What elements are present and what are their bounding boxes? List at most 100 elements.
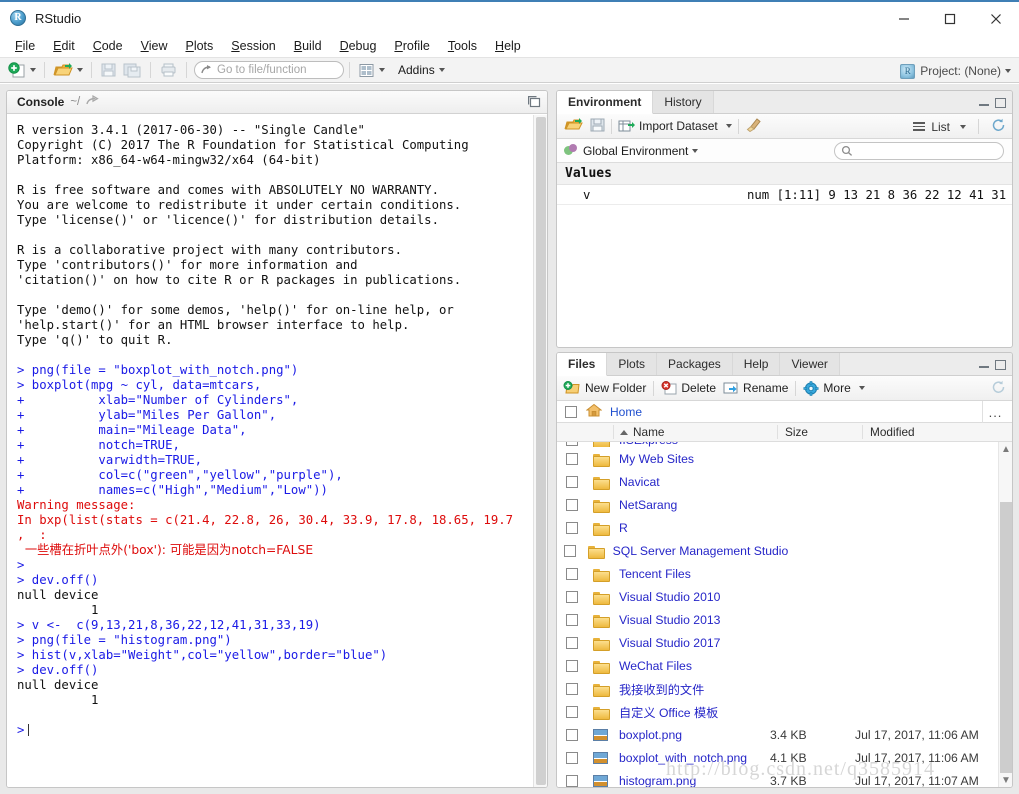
files-list[interactable]: IISExpress My Web Sites Navicat NetSarang RS…	[557, 442, 998, 787]
addins-button[interactable]: Addins	[395, 59, 448, 81]
save-workspace-icon[interactable]	[590, 118, 605, 135]
environment-scope-selector[interactable]: Global Environment	[557, 139, 1012, 163]
file-name-link[interactable]: Visual Studio 2013	[613, 613, 763, 627]
view-mode-label[interactable]: List	[931, 120, 950, 134]
minimize-pane-icon[interactable]	[979, 360, 989, 369]
goto-file-function-box[interactable]: Go to file/function	[194, 61, 344, 79]
clear-objects-broom-icon[interactable]	[745, 117, 762, 135]
file-row[interactable]: Visual Studio 2010	[557, 585, 998, 608]
more-button[interactable]: More	[803, 380, 865, 396]
file-row-checkbox[interactable]	[557, 590, 587, 603]
chevron-down-icon[interactable]	[692, 148, 699, 153]
maximize-button[interactable]	[927, 2, 973, 36]
file-name-link[interactable]: Visual Studio 2017	[613, 636, 763, 650]
save-button[interactable]	[97, 59, 120, 81]
list-view-icon[interactable]	[913, 122, 926, 131]
chevron-down-icon[interactable]	[725, 124, 732, 128]
file-row[interactable]: Navicat	[557, 470, 998, 493]
file-row-checkbox[interactable]	[557, 659, 587, 672]
file-name-link[interactable]: IISExpress	[613, 442, 763, 447]
console-tab[interactable]: Console	[7, 95, 64, 109]
chevron-down-icon[interactable]	[858, 386, 865, 390]
file-row-checkbox[interactable]	[557, 442, 587, 446]
file-row-checkbox[interactable]	[557, 498, 587, 511]
console-scrollbar[interactable]	[533, 115, 547, 787]
console-output[interactable]: R version 3.4.1 (2017-06-30) -- "Single …	[7, 115, 547, 787]
save-all-button[interactable]	[120, 59, 145, 81]
new-file-button[interactable]	[5, 59, 39, 81]
file-row-checkbox[interactable]	[557, 751, 587, 764]
chevron-down-icon[interactable]	[438, 68, 445, 72]
refresh-icon[interactable]	[991, 118, 1006, 135]
file-row[interactable]: Visual Studio 2017	[557, 631, 998, 654]
maximize-pane-icon[interactable]	[527, 95, 541, 111]
file-row[interactable]: WeChat Files	[557, 654, 998, 677]
file-name-link[interactable]: boxplot_with_notch.png	[613, 751, 763, 765]
file-name-link[interactable]: 我接收到的文件	[613, 680, 763, 698]
print-button[interactable]	[156, 59, 181, 81]
file-name-link[interactable]: SQL Server Management Studio	[607, 544, 789, 558]
chevron-down-icon[interactable]	[1005, 69, 1011, 73]
file-row[interactable]: boxplot.png 3.4 KB Jul 17, 2017, 11:06 AM	[557, 723, 998, 746]
tab-environment[interactable]: Environment	[557, 91, 654, 114]
menu-code[interactable]: Code	[84, 37, 132, 55]
minimize-pane-icon[interactable]	[979, 98, 989, 107]
tab-viewer[interactable]: Viewer	[780, 353, 840, 375]
col-size[interactable]: Size	[777, 425, 862, 439]
file-row-checkbox[interactable]	[557, 636, 587, 649]
files-overflow-menu[interactable]: ...	[982, 401, 1008, 423]
menu-help[interactable]: Help	[486, 37, 530, 55]
file-row[interactable]: My Web Sites	[557, 447, 998, 470]
file-row-checkbox[interactable]	[557, 452, 587, 465]
file-row[interactable]: R	[557, 516, 998, 539]
file-name-link[interactable]: Tencent Files	[613, 567, 763, 581]
close-button[interactable]	[973, 2, 1019, 36]
import-dataset-button[interactable]: Import Dataset	[618, 119, 732, 133]
file-name-link[interactable]: NetSarang	[613, 498, 763, 512]
file-row[interactable]: boxplot_with_notch.png 4.1 KB Jul 17, 2017…	[557, 746, 998, 769]
file-row-checkbox[interactable]	[557, 613, 587, 626]
file-row-checkbox[interactable]	[557, 774, 587, 787]
menu-edit[interactable]: Edit	[44, 37, 84, 55]
file-row-checkbox[interactable]	[557, 728, 587, 741]
select-all-checkbox[interactable]	[565, 405, 577, 418]
file-row-checkbox[interactable]	[557, 705, 587, 718]
chevron-down-icon[interactable]	[379, 68, 385, 72]
file-row[interactable]: NetSarang	[557, 493, 998, 516]
chevron-down-icon[interactable]	[77, 68, 83, 72]
file-name-link[interactable]: Visual Studio 2010	[613, 590, 763, 604]
maximize-pane-icon[interactable]	[995, 359, 1006, 370]
col-modified[interactable]: Modified	[862, 425, 1012, 439]
environment-search-input[interactable]	[834, 142, 1004, 160]
menu-tools[interactable]: Tools	[439, 37, 486, 55]
menu-plots[interactable]: Plots	[176, 37, 222, 55]
project-selector[interactable]: Project: (None)	[900, 58, 1011, 84]
file-name-link[interactable]: WeChat Files	[613, 659, 763, 673]
tab-packages[interactable]: Packages	[657, 353, 733, 375]
file-name-link[interactable]: histogram.png	[613, 774, 763, 788]
menu-debug[interactable]: Debug	[331, 37, 386, 55]
tab-plots[interactable]: Plots	[607, 353, 658, 375]
file-row[interactable]: 自定义 Office 模板	[557, 700, 998, 723]
file-row[interactable]: Tencent Files	[557, 562, 998, 585]
chevron-down-icon[interactable]	[960, 124, 966, 129]
file-name-link[interactable]: boxplot.png	[613, 728, 763, 742]
file-row[interactable]: Visual Studio 2013	[557, 608, 998, 631]
open-workspace-icon[interactable]	[564, 117, 583, 135]
col-name[interactable]: Name	[613, 425, 777, 439]
file-name-link[interactable]: R	[613, 521, 763, 535]
console-scroll-thumb[interactable]	[536, 117, 546, 785]
new-folder-button[interactable]: New Folder	[563, 381, 646, 395]
menu-view[interactable]: View	[132, 37, 177, 55]
scroll-up-icon[interactable]: ▲	[999, 442, 1012, 456]
file-row-checkbox[interactable]	[557, 544, 584, 557]
breadcrumb-home[interactable]: Home	[610, 405, 642, 419]
menu-profile[interactable]: Profile	[385, 37, 438, 55]
file-row-checkbox[interactable]	[557, 475, 587, 488]
tab-files[interactable]: Files	[557, 353, 608, 376]
file-name-link[interactable]: Navicat	[613, 475, 763, 489]
delete-button[interactable]: Delete	[661, 381, 716, 395]
popout-icon[interactable]	[86, 94, 100, 110]
rename-button[interactable]: Rename	[723, 381, 788, 395]
chevron-down-icon[interactable]	[30, 68, 36, 72]
